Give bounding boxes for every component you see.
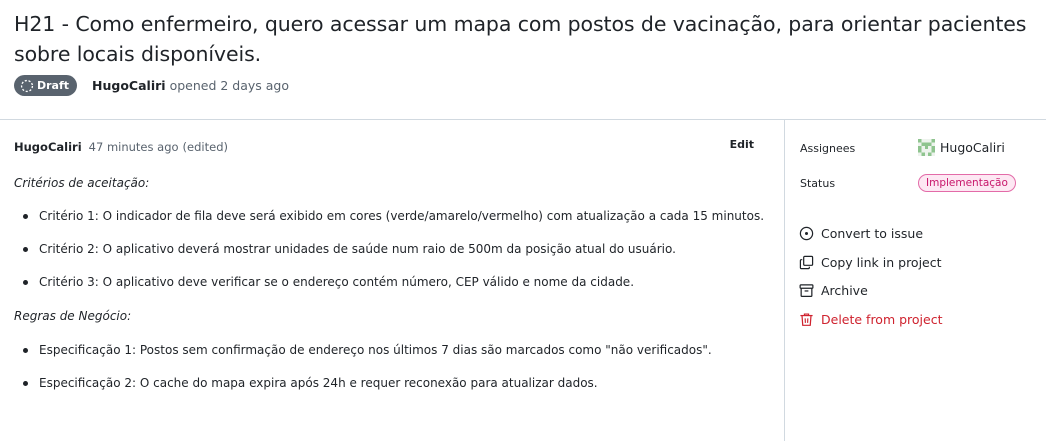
list-item: Critério 1: O indicador de fila deve ser… xyxy=(14,207,774,225)
section-title-criteria: Critérios de aceitação: xyxy=(14,176,150,190)
convert-to-issue-label: Convert to issue xyxy=(821,226,924,241)
convert-to-issue-button[interactable]: Convert to issue xyxy=(799,226,923,241)
comment-body: Critérios de aceitação: Critério 1: O in… xyxy=(14,174,774,392)
comment-header: HugoCaliri 47 minutes ago (edited) Edit xyxy=(14,138,760,156)
assignees-label: Assignees xyxy=(800,142,856,155)
assignee-link[interactable]: HugoCaliri xyxy=(918,139,1005,156)
archive-label: Archive xyxy=(821,283,868,298)
delete-from-project-label: Delete from project xyxy=(821,312,943,327)
criteria-list: Critério 1: O indicador de fila deve ser… xyxy=(14,207,774,291)
draft-badge: Draft xyxy=(14,75,78,96)
issue-opened-icon xyxy=(799,226,814,241)
section-title-rules: Regras de Negócio: xyxy=(14,309,132,323)
issue-author-link[interactable]: HugoCaliri xyxy=(92,78,166,93)
list-item: Especificação 1: Postos sem confirmação … xyxy=(14,341,774,359)
draft-label: Draft xyxy=(37,79,70,92)
list-item: Critério 2: O aplicativo deverá mostrar … xyxy=(14,240,774,258)
header-divider xyxy=(0,119,1046,120)
comment-edited-indicator[interactable]: (edited) xyxy=(183,140,228,154)
archive-icon xyxy=(799,284,814,298)
copy-link-button[interactable]: Copy link in project xyxy=(799,255,942,270)
list-item: Especificação 2: O cache do mapa expira … xyxy=(14,374,774,392)
copy-icon xyxy=(799,255,814,270)
comment-timestamp[interactable]: 47 minutes ago xyxy=(89,140,179,154)
archive-button[interactable]: Archive xyxy=(799,283,868,298)
list-item: Critério 3: O aplicativo deve verificar … xyxy=(14,273,774,291)
edit-button[interactable]: Edit xyxy=(730,138,754,151)
sidebar-divider xyxy=(784,120,785,441)
issue-meta: Draft HugoCaliri opened 2 days ago xyxy=(14,75,289,96)
assignee-name: HugoCaliri xyxy=(940,140,1005,155)
status-badge[interactable]: Implementação xyxy=(918,174,1016,192)
avatar xyxy=(918,139,935,156)
issue-title: H21 - Como enfermeiro, quero acessar um … xyxy=(14,12,1027,66)
draft-icon xyxy=(20,79,34,92)
opened-text: opened 2 days ago xyxy=(169,78,290,93)
comment-author-link[interactable]: HugoCaliri xyxy=(14,140,82,154)
delete-from-project-button[interactable]: Delete from project xyxy=(799,312,943,327)
trash-icon xyxy=(800,313,813,326)
copy-link-label: Copy link in project xyxy=(821,255,942,270)
rules-list: Especificação 1: Postos sem confirmação … xyxy=(14,341,774,392)
status-label: Status xyxy=(800,177,836,190)
